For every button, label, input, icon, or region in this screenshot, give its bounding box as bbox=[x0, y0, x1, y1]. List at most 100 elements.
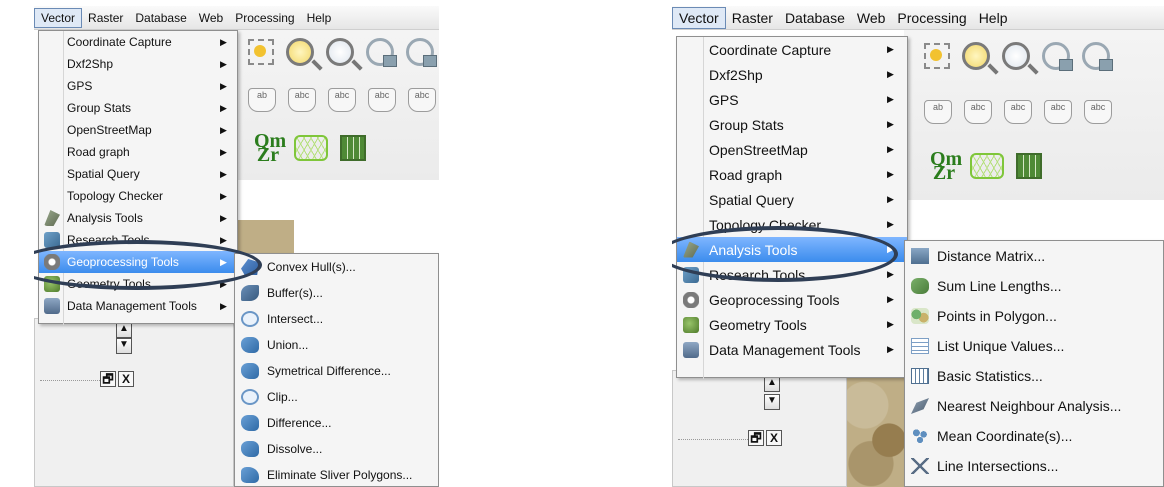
submenu-item-convex-hull[interactable]: Convex Hull(s)... bbox=[235, 254, 438, 280]
submenu-arrow-icon: ▶ bbox=[887, 244, 894, 254]
label-visibility-icon[interactable]: abc bbox=[288, 88, 316, 112]
dock-float-button[interactable]: 🗗 bbox=[748, 430, 764, 446]
dock-close-button[interactable]: X bbox=[118, 371, 134, 387]
submenu-item-eliminate-sliver[interactable]: Eliminate Sliver Polygons... bbox=[235, 462, 438, 487]
submenu-item-sum-line-lengths[interactable]: Sum Line Lengths... bbox=[905, 271, 1163, 301]
zoom-native-icon[interactable] bbox=[1002, 42, 1030, 70]
vector-menu: Coordinate Capture ▶ Dxf2Shp ▶ GPS ▶ Group … bbox=[676, 36, 908, 379]
submenu-item-dissolve[interactable]: Dissolve... bbox=[235, 436, 438, 462]
menu-web[interactable]: Web bbox=[193, 9, 229, 27]
label-rotate-icon[interactable]: abc bbox=[1044, 100, 1072, 124]
submenu-item-clip[interactable]: Clip... bbox=[235, 384, 438, 410]
hex-grid-icon[interactable] bbox=[294, 135, 328, 161]
menu-help[interactable]: Help bbox=[973, 8, 1014, 28]
label-pin-icon[interactable]: abc bbox=[328, 88, 356, 112]
hex-grid-icon[interactable] bbox=[970, 153, 1004, 179]
menu-item-dxf2shp[interactable]: Dxf2Shp ▶ bbox=[677, 62, 907, 87]
scroll-down-button[interactable]: ▼ bbox=[116, 338, 132, 354]
menu-item-data-management-tools[interactable]: Data Management Tools ▶ bbox=[39, 295, 237, 317]
field-calculator-icon[interactable] bbox=[1016, 153, 1042, 179]
menu-item-geoprocessing-tools[interactable]: Geoprocessing Tools ▶ bbox=[39, 251, 237, 273]
zoom-to-selection-icon[interactable] bbox=[924, 43, 950, 69]
menu-item-geometry-tools[interactable]: Geometry Tools ▶ bbox=[677, 312, 907, 337]
menu-database[interactable]: Database bbox=[779, 8, 851, 28]
label-tool-icon[interactable]: ab bbox=[248, 88, 276, 112]
zoom-to-selection-icon[interactable] bbox=[248, 39, 274, 65]
submenu-item-distance-matrix[interactable]: Distance Matrix... bbox=[905, 241, 1163, 271]
menu-item-group-stats[interactable]: Group Stats ▶ bbox=[677, 112, 907, 137]
menu-item-topology-checker[interactable]: Topology Checker ▶ bbox=[677, 212, 907, 237]
menu-item-spatial-query[interactable]: Spatial Query ▶ bbox=[677, 187, 907, 212]
scroll-up-button[interactable]: ▲ bbox=[116, 322, 132, 338]
menu-raster[interactable]: Raster bbox=[82, 9, 129, 27]
menu-raster[interactable]: Raster bbox=[726, 8, 779, 28]
menu-item-road-graph[interactable]: Road graph ▶ bbox=[677, 162, 907, 187]
label-rotate-icon[interactable]: abc bbox=[368, 88, 396, 112]
qm-plugin-icon[interactable]: Qm Zr bbox=[930, 149, 962, 183]
zoom-next-icon[interactable] bbox=[1082, 42, 1113, 71]
geometry-tools-icon bbox=[683, 316, 699, 333]
data-management-icon bbox=[683, 341, 699, 358]
menu-processing[interactable]: Processing bbox=[229, 9, 300, 27]
menu-item-analysis-tools[interactable]: Analysis Tools ▶ bbox=[677, 237, 907, 262]
menu-vector[interactable]: Vector bbox=[34, 7, 83, 28]
menu-item-coordinate-capture[interactable]: Coordinate Capture ▶ bbox=[39, 31, 237, 53]
menu-item-research-tools[interactable]: Research Tools ▶ bbox=[39, 229, 237, 251]
menu-web[interactable]: Web bbox=[851, 8, 892, 28]
menu-database[interactable]: Database bbox=[129, 9, 192, 27]
zoom-to-layer-icon[interactable] bbox=[286, 38, 314, 66]
label-visibility-icon[interactable]: abc bbox=[964, 100, 992, 124]
zoom-to-layer-icon[interactable] bbox=[962, 42, 990, 70]
label-tool-icon[interactable]: ab bbox=[924, 100, 952, 124]
submenu-item-difference[interactable]: Difference... bbox=[235, 410, 438, 436]
dock-float-button[interactable]: 🗗 bbox=[100, 371, 116, 387]
geoprocessing-submenu: Convex Hull(s)... Buffer(s)... Intersect… bbox=[234, 253, 439, 487]
label-pin-icon[interactable]: abc bbox=[1004, 100, 1032, 124]
menu-item-openstreetmap[interactable]: OpenStreetMap ▶ bbox=[677, 137, 907, 162]
menu-item-road-graph[interactable]: Road graph ▶ bbox=[39, 141, 237, 163]
submenu-arrow-icon: ▶ bbox=[220, 124, 227, 135]
scroll-up-button[interactable]: ▲ bbox=[764, 376, 780, 392]
geoprocessing-icon bbox=[683, 291, 699, 308]
menu-item-openstreetmap[interactable]: OpenStreetMap ▶ bbox=[39, 119, 237, 141]
dock-title-dots bbox=[678, 439, 748, 440]
submenu-item-intersect[interactable]: Intersect... bbox=[235, 306, 438, 332]
scroll-down-button[interactable]: ▼ bbox=[764, 394, 780, 410]
menu-item-geometry-tools[interactable]: Geometry Tools ▶ bbox=[39, 273, 237, 295]
submenu-item-line-intersections[interactable]: Line Intersections... bbox=[905, 451, 1163, 481]
field-calculator-icon[interactable] bbox=[340, 135, 366, 161]
qm-plugin-icon[interactable]: Qm Zr bbox=[254, 131, 286, 165]
submenu-item-points-in-polygon[interactable]: Points in Polygon... bbox=[905, 301, 1163, 331]
eliminate-sliver-icon bbox=[241, 467, 259, 483]
submenu-item-symmetrical-difference[interactable]: Symetrical Difference... bbox=[235, 358, 438, 384]
menu-item-research-tools[interactable]: Research Tools ▶ bbox=[677, 262, 907, 287]
menu-item-analysis-tools[interactable]: Analysis Tools ▶ bbox=[39, 207, 237, 229]
menu-processing[interactable]: Processing bbox=[891, 8, 972, 28]
label-change-icon[interactable]: abc bbox=[408, 88, 436, 112]
menu-item-topology-checker[interactable]: Topology Checker ▶ bbox=[39, 185, 237, 207]
menu-item-data-management-tools[interactable]: Data Management Tools ▶ bbox=[677, 337, 907, 362]
submenu-item-nearest-neighbour[interactable]: Nearest Neighbour Analysis... bbox=[905, 391, 1163, 421]
map-canvas[interactable] bbox=[847, 370, 907, 487]
menu-item-geoprocessing-tools[interactable]: Geoprocessing Tools ▶ bbox=[677, 287, 907, 312]
menu-item-gps[interactable]: GPS ▶ bbox=[677, 87, 907, 112]
zoom-next-icon[interactable] bbox=[406, 38, 437, 67]
zoom-native-icon[interactable] bbox=[326, 38, 354, 66]
vector-menu: Coordinate Capture ▶ Dxf2Shp ▶ GPS ▶ Group … bbox=[38, 30, 238, 325]
submenu-item-basic-statistics[interactable]: Basic Statistics... bbox=[905, 361, 1163, 391]
submenu-item-mean-coordinate[interactable]: Mean Coordinate(s)... bbox=[905, 421, 1163, 451]
menu-vector[interactable]: Vector bbox=[672, 6, 726, 29]
label-change-icon[interactable]: abc bbox=[1084, 100, 1112, 124]
menu-item-coordinate-capture[interactable]: Coordinate Capture ▶ bbox=[677, 37, 907, 62]
menu-item-group-stats[interactable]: Group Stats ▶ bbox=[39, 97, 237, 119]
submenu-item-union[interactable]: Union... bbox=[235, 332, 438, 358]
submenu-item-list-unique-values[interactable]: List Unique Values... bbox=[905, 331, 1163, 361]
submenu-item-buffer[interactable]: Buffer(s)... bbox=[235, 280, 438, 306]
menu-item-gps[interactable]: GPS ▶ bbox=[39, 75, 237, 97]
dock-close-button[interactable]: X bbox=[766, 430, 782, 446]
zoom-last-icon[interactable] bbox=[366, 38, 397, 67]
menu-item-dxf2shp[interactable]: Dxf2Shp ▶ bbox=[39, 53, 237, 75]
menu-item-spatial-query[interactable]: Spatial Query ▶ bbox=[39, 163, 237, 185]
menu-help[interactable]: Help bbox=[301, 9, 338, 27]
zoom-last-icon[interactable] bbox=[1042, 42, 1073, 71]
